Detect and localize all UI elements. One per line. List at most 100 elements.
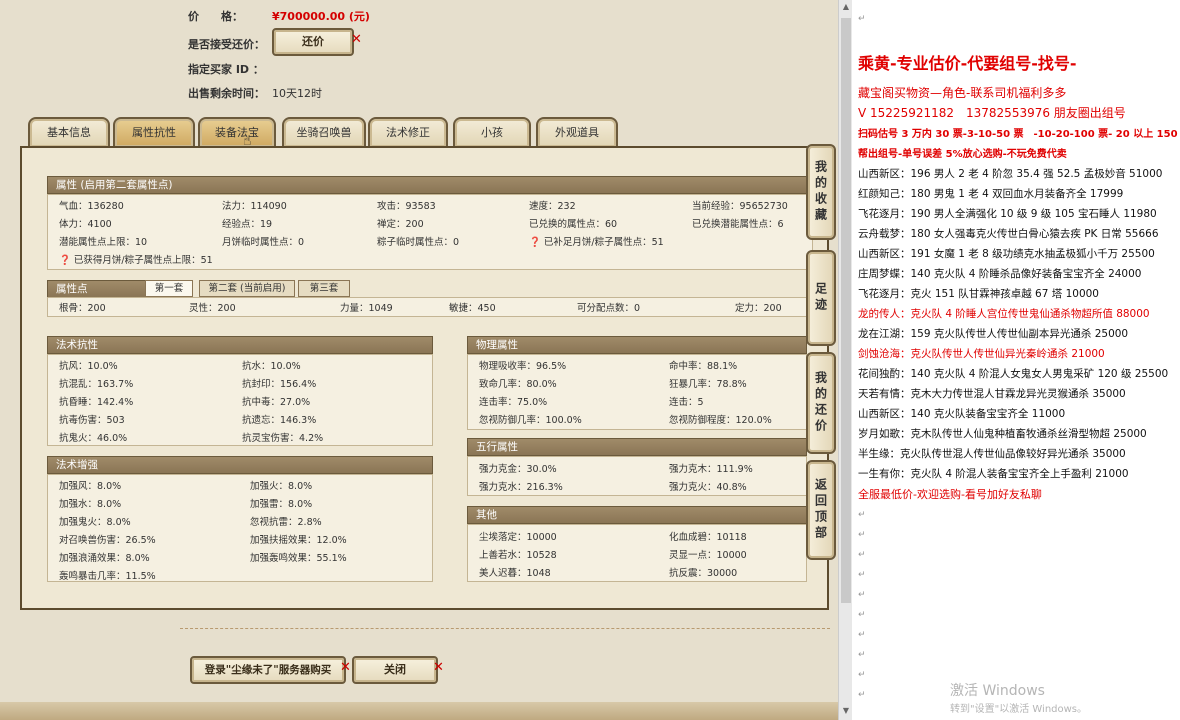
remaining-time-value: 10天12时	[272, 87, 322, 100]
footprints-button[interactable]: 足迹	[806, 250, 836, 346]
activation-watermark: 激活 Windows	[950, 683, 1045, 699]
attr-cell: 当前经验：95652730	[692, 201, 788, 212]
points-cell: 根骨：200	[59, 303, 106, 314]
scroll-down-icon[interactable]: ▼	[841, 706, 851, 715]
attr-cell: 攻击：93583	[377, 201, 436, 212]
listing-line: 龙在江湖：159 克火队传世人传世仙副本异光通杀 25000	[858, 328, 1129, 340]
help-icon[interactable]: ❓	[529, 237, 541, 248]
resist-cell: 抗毒伤害：503	[59, 415, 125, 426]
attr-cell-text: 已补足月饼/粽子属性点：51	[543, 237, 664, 248]
attr-cell: 月饼临时属性点：0	[222, 237, 305, 248]
scroll-thumb[interactable]	[841, 18, 851, 603]
my-favorites-button[interactable]: 我的收藏	[806, 144, 836, 240]
remaining-time-label: 出售剩余时间：	[188, 87, 265, 100]
activation-watermark-sub: 转到"设置"以激活 Windows。	[950, 704, 1088, 715]
vertical-scrollbar[interactable]: ▲ ▼	[838, 0, 853, 720]
tab-basic-info[interactable]: 基本信息	[28, 117, 110, 147]
wuxing-cell: 强力克金：30.0%	[479, 464, 557, 475]
boost-cell: 忽视抗雷：2.8%	[250, 517, 322, 528]
listing-line: 剑蚀沧海：克火队传世人传世仙异光秦岭通杀 21000	[858, 348, 1105, 360]
listing-line: 龙的传人：克火队 4 阶睡人宫位传世鬼仙通杀物超所值 88000	[858, 308, 1150, 320]
boost-cell: 加强雷：8.0%	[250, 499, 313, 510]
attr-cell: 经验点：19	[222, 219, 273, 230]
boost-cell: 加强火：8.0%	[250, 481, 313, 492]
phys-cell: 致命几率：80.0%	[479, 379, 557, 390]
boost-cell: 加强风：8.0%	[59, 481, 122, 492]
ad-line: 藏宝阁买物资—角色-联系司机福利多多	[858, 86, 1067, 100]
paragraph-mark-icon: ↵	[858, 570, 866, 580]
close-x-icon: ✕	[433, 660, 444, 675]
paragraph-mark-icon: ↵	[858, 590, 866, 600]
price-label: 价 格：	[188, 10, 243, 23]
resist-cell: 抗鬼火：46.0%	[59, 433, 128, 444]
login-buy-button[interactable]: 登录"尘缘未了"服务器购买	[190, 656, 346, 684]
wuxing-cell: 强力克水：216.3%	[479, 482, 563, 493]
other-cell: 化血成碧：10118	[669, 532, 747, 543]
resist-cell: 抗遗忘：146.3%	[242, 415, 317, 426]
paragraph-mark-icon: ↵	[858, 670, 866, 680]
points-box	[47, 297, 813, 317]
counter-offer-button[interactable]: 还价	[272, 28, 354, 56]
attr-cell: 气血：136280	[59, 201, 124, 212]
wuxing-cell: 强力克木：111.9%	[669, 464, 753, 475]
boost-cell: 加强轰鸣效果：55.1%	[250, 553, 347, 564]
boost-cell: 加强浪涌效果：8.0%	[59, 553, 150, 564]
phys-cell: 物理吸收率：96.5%	[479, 361, 567, 372]
tab-appearance[interactable]: 外观道具	[536, 117, 618, 147]
spell-boost-title: 法术增强	[47, 456, 433, 474]
attr-section-title: 属性 (启用第二套属性点)	[47, 176, 812, 194]
attr-cell: 已兑换潜能属性点：6	[692, 219, 784, 230]
attr-cell: 速度：232	[529, 201, 576, 212]
resist-cell: 抗水：10.0%	[242, 361, 301, 372]
counter-offer-label: 是否接受还价：	[188, 38, 265, 51]
paragraph-mark-icon: ↵	[858, 610, 866, 620]
ad-line: V 15225921182 13782553976 朋友圈出组号	[858, 106, 1126, 120]
close-x-icon: ✕	[351, 32, 362, 47]
paragraph-mark-icon: ↵	[858, 550, 866, 560]
resist-cell: 抗封印：156.4%	[242, 379, 317, 390]
phys-cell: 忽视防御几率：100.0%	[479, 415, 582, 426]
boost-cell: 轰鸣暴击几率：11.5%	[59, 571, 156, 582]
points-cell: 力量：1049	[340, 303, 393, 314]
ad-title: 乘黄-专业估价-代要组号-找号-	[858, 54, 1077, 73]
subtab-set-2[interactable]: 第二套 (当前启用)	[199, 280, 295, 297]
points-cell: 灵性：200	[189, 303, 236, 314]
listing-line: 飞花逐月：190 男人全满强化 10 级 9 级 105 宝石睡人 11980	[858, 208, 1157, 220]
listing-line: 花间独酌：140 克火队 4 阶混人女鬼女人男鬼采矿 120 级 25500	[858, 368, 1169, 380]
phys-title: 物理属性	[467, 336, 807, 354]
help-icon[interactable]: ❓	[59, 255, 71, 266]
other-cell: 上善若水：10528	[479, 550, 557, 561]
tab-attributes[interactable]: 属性抗性	[113, 117, 195, 147]
ad-line: 帮出组号-单号误差 5%放心选购-不玩免费代卖	[858, 149, 1067, 160]
listing-line: 一生有你：克火队 4 阶混人装备宝宝齐全上手盈利 21000	[858, 468, 1129, 480]
scroll-up-icon[interactable]: ▲	[841, 2, 851, 11]
listing-line: 山西新区：140 克火队装备宝宝齐全 11000	[858, 408, 1066, 420]
listing-line: 云舟载梦：180 女人强毒克火传世白骨心猿去疾 PK 日常 55666	[858, 228, 1159, 240]
paragraph-mark-icon: ↵	[858, 630, 866, 640]
attr-cell: 潜能属性点上限：10	[59, 237, 148, 248]
other-title: 其他	[467, 506, 807, 524]
ad-line: 扫码估号 3 万内 30 票-3-10-50 票 -10-20-100 票- 2…	[858, 129, 1178, 140]
subtab-set-3[interactable]: 第三套	[298, 280, 350, 297]
paragraph-mark-icon: ↵	[858, 14, 866, 24]
resist-cell: 抗灵宝伤害：4.2%	[242, 433, 324, 444]
paragraph-mark-icon: ↵	[858, 690, 866, 700]
back-to-top-button[interactable]: 返回顶部	[806, 460, 836, 560]
listing-line: 山西新区：196 男人 2 老 4 阶忽 35.4 强 52.5 孟极妙音 51…	[858, 168, 1163, 180]
tab-equipment[interactable]: 装备法宝	[198, 117, 276, 147]
points-cell: 敏捷：450	[449, 303, 496, 314]
listing-line: 半生缘：克火队传世混人传世仙品像较好异光通杀 35000	[858, 448, 1126, 460]
paragraph-mark-icon: ↵	[858, 510, 866, 520]
my-offers-button[interactable]: 我的还价	[806, 352, 836, 454]
attr-cell: 已兑换的属性点：60	[529, 219, 618, 230]
subtab-set-1[interactable]: 第一套	[145, 280, 193, 297]
tab-mounts-pets[interactable]: 坐骑召唤兽	[282, 117, 366, 147]
tab-spell-mod[interactable]: 法术修正	[368, 117, 448, 147]
phys-cell: 忽视防御程度：120.0%	[669, 415, 772, 426]
phys-cell: 连击率：75.0%	[479, 397, 548, 408]
other-cell: 抗反震：30000	[669, 568, 738, 579]
close-button[interactable]: 关闭	[352, 656, 438, 684]
resist-cell: 抗风：10.0%	[59, 361, 118, 372]
other-cell: 美人迟暮：1048	[479, 568, 551, 579]
tab-child[interactable]: 小孩	[453, 117, 531, 147]
